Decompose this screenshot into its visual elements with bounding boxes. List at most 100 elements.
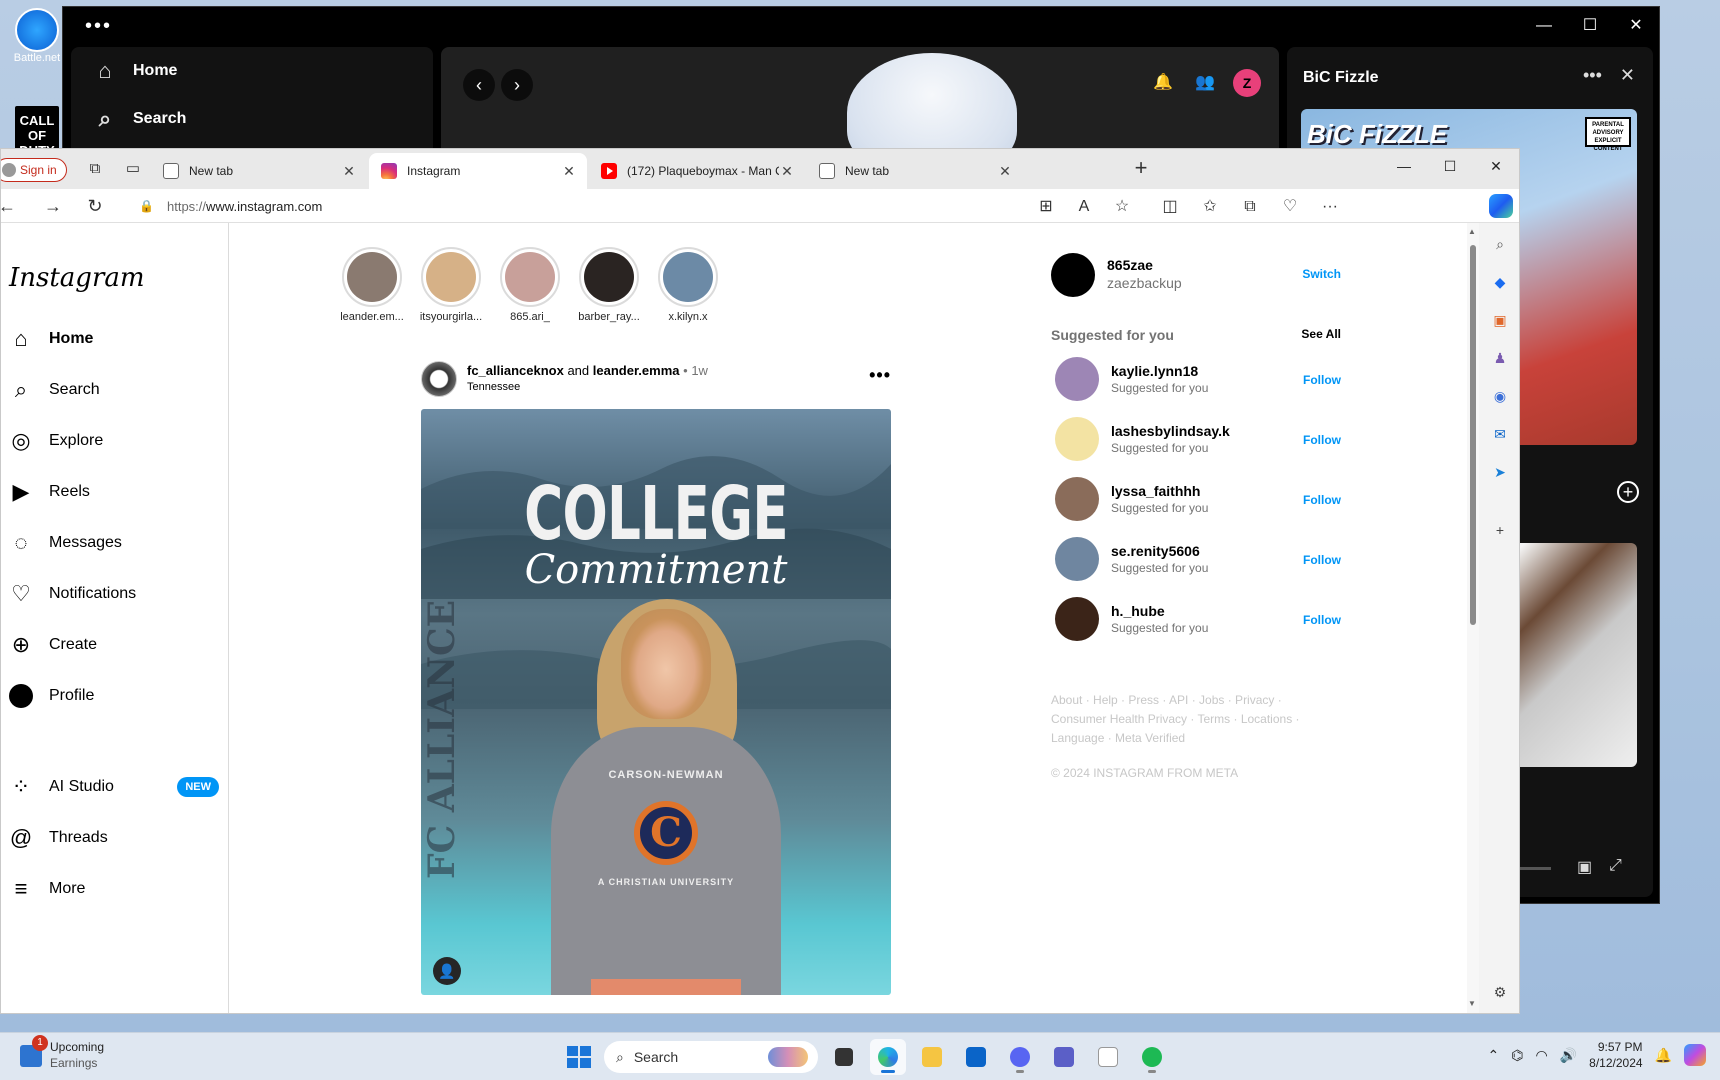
close-tab-icon[interactable]: ✕ bbox=[997, 163, 1013, 180]
forward-arrow-icon[interactable]: › bbox=[501, 69, 533, 101]
story-item[interactable]: itsyourgirla... bbox=[418, 247, 484, 323]
sign-in-button[interactable]: Sign in bbox=[1, 158, 67, 182]
instagram-logo[interactable]: Instagram bbox=[9, 263, 145, 293]
vertical-tabs-icon[interactable]: ▭ bbox=[123, 159, 143, 179]
avatar[interactable] bbox=[1055, 537, 1099, 581]
favorites-icon[interactable]: ✩ bbox=[1199, 196, 1221, 218]
suggestion-username[interactable]: se.renity5606 bbox=[1111, 543, 1200, 559]
workspaces-icon[interactable]: ⧉ bbox=[85, 159, 105, 179]
task-view-icon[interactable] bbox=[826, 1039, 862, 1075]
spotify-nav-home[interactable]: ⌂ Home bbox=[71, 47, 433, 95]
nav-reels[interactable]: ▶ Reels bbox=[9, 472, 219, 512]
edge-icon[interactable] bbox=[870, 1039, 906, 1075]
chevron-up-icon[interactable]: ⌃ bbox=[1488, 1047, 1500, 1064]
story-item[interactable]: barber_ray... bbox=[576, 247, 642, 323]
follow-button[interactable]: Follow bbox=[1303, 433, 1341, 447]
friends-activity-icon[interactable]: 👥 bbox=[1191, 69, 1219, 97]
widgets-button[interactable]: 1 Upcoming Earnings bbox=[20, 1035, 104, 1071]
minimize-icon[interactable]: — bbox=[1381, 149, 1427, 183]
post-time[interactable]: 1w bbox=[691, 363, 708, 378]
split-screen-icon[interactable]: ◫ bbox=[1159, 196, 1181, 218]
avatar[interactable] bbox=[1055, 417, 1099, 461]
suggestion-username[interactable]: kaylie.lynn18 bbox=[1111, 363, 1198, 379]
read-aloud-icon[interactable]: A bbox=[1073, 196, 1095, 218]
tools-icon[interactable]: ▣ bbox=[1489, 309, 1511, 331]
tab-youtube[interactable]: (172) Plaqueboymax - Man Of St ✕ bbox=[589, 153, 805, 189]
follow-button[interactable]: Follow bbox=[1303, 613, 1341, 627]
add-icon[interactable]: + bbox=[1489, 519, 1511, 541]
more-options-icon[interactable]: ••• bbox=[869, 365, 891, 386]
close-icon[interactable]: ✕ bbox=[1613, 7, 1659, 45]
forward-arrow-icon[interactable]: → bbox=[43, 196, 63, 216]
add-to-library-icon[interactable]: + bbox=[1617, 481, 1639, 503]
fullscreen-icon[interactable]: ⤢ bbox=[1609, 857, 1622, 875]
nav-ai-studio[interactable]: ⁘ AI Studio NEW bbox=[9, 767, 219, 807]
avatar[interactable] bbox=[1055, 357, 1099, 401]
network-icon[interactable]: ⌬ bbox=[1511, 1047, 1523, 1064]
close-icon[interactable]: ✕ bbox=[1620, 65, 1635, 86]
post-author-link[interactable]: fc_allianceknox bbox=[467, 363, 564, 378]
taskbar-search[interactable]: ⌕ Search bbox=[604, 1041, 818, 1073]
post-author-link[interactable]: leander.emma bbox=[593, 363, 680, 378]
tab-new-tab[interactable]: New tab ✕ bbox=[807, 153, 1023, 189]
suggestion-username[interactable]: lyssa_faithhh bbox=[1111, 483, 1200, 499]
more-options-icon[interactable]: ··· bbox=[1319, 196, 1341, 218]
maximize-icon[interactable]: ☐ bbox=[1567, 7, 1613, 45]
shopping-tag-icon[interactable]: ◆ bbox=[1489, 271, 1511, 293]
call-of-duty-desktop-icon[interactable]: CALL OF DUTY bbox=[12, 106, 62, 158]
discord-icon[interactable] bbox=[1002, 1039, 1038, 1075]
volume-icon[interactable]: 🔊 bbox=[1560, 1047, 1577, 1064]
switch-account-button[interactable]: Switch bbox=[1302, 267, 1341, 281]
app-available-icon[interactable]: ⊞ bbox=[1035, 196, 1057, 218]
minimize-icon[interactable]: — bbox=[1521, 7, 1567, 45]
avatar[interactable] bbox=[1051, 253, 1095, 297]
favorite-star-icon[interactable]: ☆ bbox=[1111, 196, 1133, 218]
follow-button[interactable]: Follow bbox=[1303, 553, 1341, 567]
suggestion-username[interactable]: h._hube bbox=[1111, 603, 1165, 619]
back-arrow-icon[interactable]: ← bbox=[1, 196, 17, 216]
post-author-avatar[interactable] bbox=[421, 361, 457, 397]
story-item[interactable]: leander.em... bbox=[339, 247, 405, 323]
close-tab-icon[interactable]: ✕ bbox=[779, 163, 795, 180]
outlook-icon[interactable]: ✉ bbox=[1489, 423, 1511, 445]
send-icon[interactable]: ➤ bbox=[1489, 461, 1511, 483]
clock[interactable]: 9:57 PM 8/12/2024 bbox=[1589, 1039, 1642, 1071]
story-item[interactable]: x.kilyn.x bbox=[655, 247, 721, 323]
lock-icon[interactable]: 🔒 bbox=[139, 199, 154, 213]
scrollbar-thumb[interactable] bbox=[1470, 245, 1476, 625]
notepad-icon[interactable] bbox=[1090, 1039, 1126, 1075]
bell-icon[interactable]: 🔔 bbox=[1655, 1047, 1672, 1064]
bell-icon[interactable]: 🔔 bbox=[1149, 69, 1177, 97]
gear-icon[interactable]: ⚙ bbox=[1489, 981, 1511, 1003]
see-all-button[interactable]: See All bbox=[1301, 327, 1341, 341]
nav-messages[interactable]: ◌ Messages bbox=[9, 523, 219, 563]
new-tab-button[interactable]: + bbox=[1129, 157, 1153, 181]
spotify-icon[interactable] bbox=[1134, 1039, 1170, 1075]
microsoft365-icon[interactable]: ◉ bbox=[1489, 385, 1511, 407]
spotify-nav-search[interactable]: ⌕ Search bbox=[71, 95, 433, 143]
miniplayer-icon[interactable]: ▣ bbox=[1577, 857, 1592, 877]
nav-explore[interactable]: ◎ Explore bbox=[9, 421, 219, 461]
collections-icon[interactable]: ⧉ bbox=[1239, 196, 1261, 218]
games-icon[interactable]: ♟ bbox=[1489, 347, 1511, 369]
maximize-icon[interactable]: ☐ bbox=[1427, 149, 1473, 183]
nav-more[interactable]: ≡ More bbox=[9, 869, 219, 909]
scroll-up-icon[interactable]: ▲ bbox=[1468, 227, 1476, 236]
close-tab-icon[interactable]: ✕ bbox=[561, 163, 577, 180]
story-item[interactable]: 865.ari_ bbox=[497, 247, 563, 323]
file-explorer-icon[interactable] bbox=[914, 1039, 950, 1075]
wifi-icon[interactable]: ◠ bbox=[1536, 1047, 1548, 1064]
refresh-icon[interactable]: ↻ bbox=[85, 196, 105, 216]
post-image[interactable]: COLLEGE Commitment FC ALLIANCE CARSON-NE… bbox=[421, 409, 891, 995]
avatar[interactable] bbox=[1055, 597, 1099, 641]
teams-icon[interactable] bbox=[1046, 1039, 1082, 1075]
nav-notifications[interactable]: ♡ Notifications bbox=[9, 574, 219, 614]
scrollbar[interactable]: ▲ ▼ bbox=[1467, 223, 1479, 1013]
post-location[interactable]: Tennessee bbox=[467, 381, 520, 393]
avatar[interactable] bbox=[1055, 477, 1099, 521]
scroll-down-icon[interactable]: ▼ bbox=[1468, 999, 1476, 1008]
outlook-icon[interactable] bbox=[958, 1039, 994, 1075]
tagged-users-icon[interactable]: 👤 bbox=[433, 957, 461, 985]
tab-instagram[interactable]: Instagram ✕ bbox=[369, 153, 587, 189]
avatar[interactable]: Z bbox=[1233, 69, 1261, 97]
